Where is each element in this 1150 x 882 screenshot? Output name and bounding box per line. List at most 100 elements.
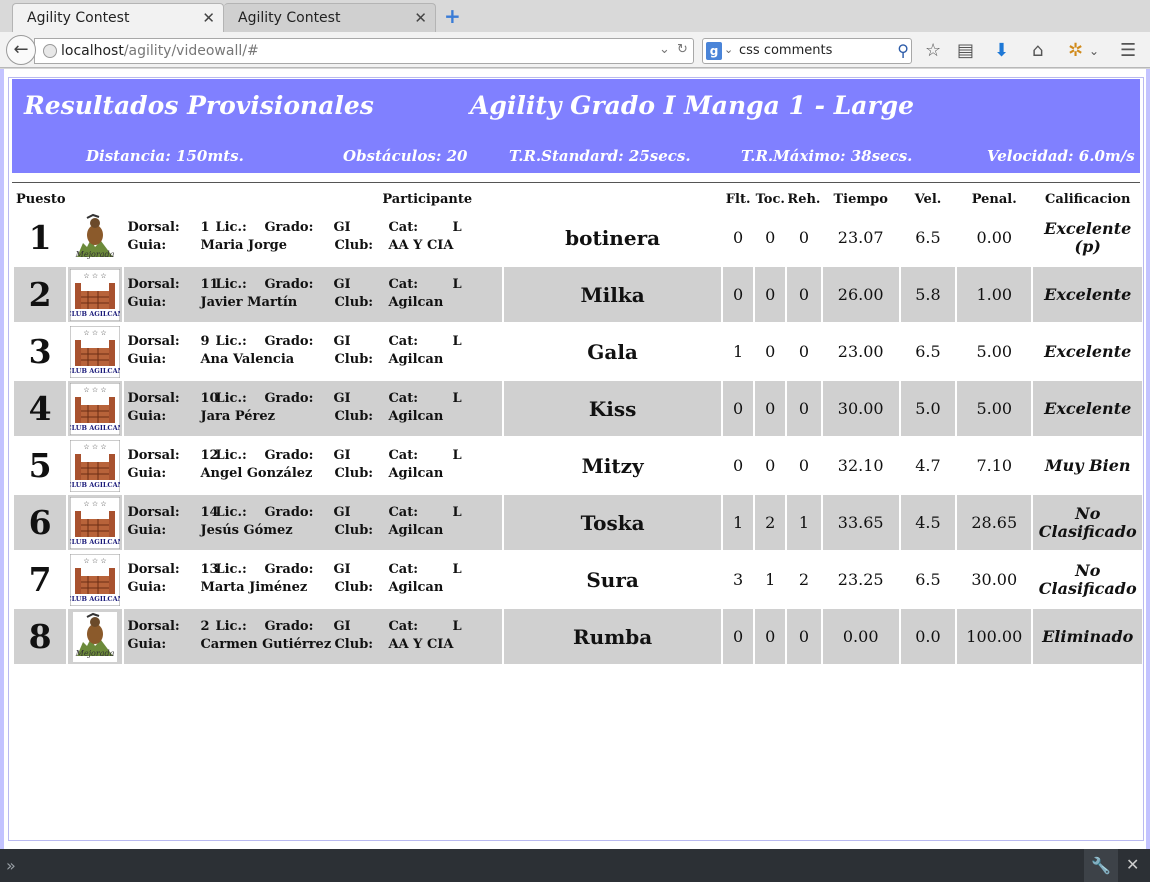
console-chevron-icon[interactable]: » <box>6 856 16 875</box>
dorsal-label: Dorsal: <box>127 219 180 235</box>
page-viewport: Resultados Provisionales Agility Grado I… <box>0 69 1150 849</box>
club-logo: ☆ ☆ ☆ CLUB AGILCAN <box>68 552 123 607</box>
club-value: Agilcan <box>388 522 444 538</box>
extension-dropdown-icon[interactable]: ⌄ <box>1089 44 1099 58</box>
lic-label: Lic.: <box>215 504 247 520</box>
reload-icon[interactable]: ↻ <box>677 42 688 57</box>
tab-agility-contest-active[interactable]: Agility Contest ✕ <box>12 3 224 32</box>
guia-value: Angel González <box>200 465 313 481</box>
svg-text:CLUB AGILCAN: CLUB AGILCAN <box>70 538 120 546</box>
grado-value: GI <box>333 447 351 463</box>
dorsal-label: Dorsal: <box>127 618 180 634</box>
tocados-value: 2 <box>755 495 786 550</box>
grado-label: Grado: <box>264 390 314 406</box>
club-logo: Mejorada <box>68 210 123 265</box>
close-tab-icon[interactable]: ✕ <box>202 9 215 27</box>
faltas-value: 3 <box>723 552 754 607</box>
tab-agility-contest[interactable]: Agility Contest ✕ <box>224 3 436 32</box>
position-number: 1 <box>14 210 67 265</box>
search-bar[interactable]: g ⌄ ⚲ <box>702 38 912 64</box>
banner-title-left: Resultados Provisionales <box>24 91 374 120</box>
club-logo: ☆ ☆ ☆ CLUB AGILCAN <box>68 324 123 379</box>
url-bar[interactable]: localhost/agility/videowall/# ⌄ ↻ <box>34 38 694 64</box>
guia-label: Guia: <box>127 408 167 424</box>
club-label: Club: <box>334 522 374 538</box>
magnifier-icon[interactable]: ⚲ <box>897 41 909 60</box>
velocidad-value: 6.5 <box>900 552 956 607</box>
close-toolbar-icon[interactable]: ✕ <box>1126 855 1139 874</box>
tiempo-value: 33.65 <box>822 495 899 550</box>
participant-info: Dorsal: 2 Lic.: Grado: GI Cat: L Guia: Carmen Gu… <box>124 609 503 664</box>
faltas-value: 0 <box>723 438 754 493</box>
tiempo-value: 23.07 <box>822 210 899 265</box>
cat-label: Cat: <box>388 276 419 292</box>
url-text[interactable]: localhost/agility/videowall/# <box>61 43 259 59</box>
svg-text:CLUB AGILCAN: CLUB AGILCAN <box>70 367 120 375</box>
menu-hamburger-icon[interactable]: ☰ <box>1120 40 1136 61</box>
club-agilcan-logo-icon: ☆ ☆ ☆ CLUB AGILCAN <box>70 325 121 378</box>
penalizacion-value: 0.00 <box>957 210 1032 265</box>
download-arrow-icon[interactable]: ⬇ <box>994 40 1009 61</box>
back-arrow-icon[interactable]: ← <box>6 35 36 65</box>
tab-bar: Agility Contest ✕ Agility Contest ✕ + <box>0 0 1150 32</box>
cat-label: Cat: <box>388 504 419 520</box>
cat-value: L <box>452 561 462 577</box>
dog-name: Gala <box>504 324 722 379</box>
google-icon[interactable]: g <box>706 42 722 60</box>
dorsal-label: Dorsal: <box>127 276 180 292</box>
reading-list-icon[interactable]: ▤ <box>957 40 974 61</box>
lic-label: Lic.: <box>215 618 247 634</box>
cat-value: L <box>452 276 462 292</box>
videowall-panel: Resultados Provisionales Agility Grado I… <box>8 77 1144 841</box>
grado-label: Grado: <box>264 276 314 292</box>
search-engine-dropdown-icon[interactable]: ⌄ <box>724 43 733 56</box>
tocados-value: 0 <box>755 267 786 322</box>
club-value: AA Y CIA <box>388 237 454 253</box>
tiempo-value: 32.10 <box>822 438 899 493</box>
guia-label: Guia: <box>127 294 167 310</box>
guia-label: Guia: <box>127 237 167 253</box>
penalizacion-value: 5.00 <box>957 324 1032 379</box>
results-header-row: Puesto Participante Flt. Toc. Reh. Tiemp… <box>14 190 1142 208</box>
guia-value: Ana Valencia <box>200 351 295 367</box>
url-dropdown-chevron-icon[interactable]: ⌄ <box>659 42 670 57</box>
home-icon[interactable]: ⌂ <box>1032 40 1043 61</box>
table-row: 4☆ ☆ ☆CLUB AGILCANDorsal:10Lic.:Grado:GI… <box>14 381 1142 436</box>
penalizacion-value: 1.00 <box>957 267 1032 322</box>
cat-label: Cat: <box>388 219 419 235</box>
close-tab-icon[interactable]: ✕ <box>414 9 427 27</box>
svg-text:☆ ☆ ☆: ☆ ☆ ☆ <box>84 386 107 394</box>
grado-label: Grado: <box>264 504 314 520</box>
new-tab-plus-icon[interactable]: + <box>444 4 461 28</box>
cat-value: L <box>452 333 462 349</box>
tiempo-value: 0.00 <box>822 609 899 664</box>
lic-label: Lic.: <box>215 447 247 463</box>
standard-time-info: T.R.Standard: 25secs. <box>509 147 691 165</box>
club-agilcan-logo-icon: ☆ ☆ ☆ CLUB AGILCAN <box>70 382 121 435</box>
position-number: 4 <box>14 381 67 436</box>
calificacion-value: Excelente <box>1033 267 1142 322</box>
club-label: Club: <box>334 408 374 424</box>
grado-value: GI <box>333 504 351 520</box>
club-logo: ☆ ☆ ☆ CLUB AGILCAN <box>68 438 123 493</box>
faltas-value: 0 <box>723 267 754 322</box>
header-divider <box>12 182 1140 183</box>
rehuses-value: 2 <box>787 552 821 607</box>
dorsal-label: Dorsal: <box>127 333 180 349</box>
calificacion-value: Eliminado <box>1033 609 1142 664</box>
tiempo-value: 30.00 <box>822 381 899 436</box>
results-banner: Resultados Provisionales Agility Grado I… <box>12 79 1140 173</box>
velocidad-value: 6.5 <box>900 324 956 379</box>
guia-label: Guia: <box>127 351 167 367</box>
grado-label: Grado: <box>264 618 314 634</box>
club-logo: ☆ ☆ ☆ CLUB AGILCAN <box>68 381 123 436</box>
lic-label: Lic.: <box>215 276 247 292</box>
extension-icon[interactable]: ✲ <box>1068 40 1083 61</box>
dog-name: botinera <box>504 210 722 265</box>
guia-label: Guia: <box>127 636 167 652</box>
bookmark-star-icon[interactable]: ☆ <box>925 40 941 61</box>
wrench-icon[interactable]: 🔧 <box>1084 849 1118 882</box>
navigation-toolbar: localhost/agility/videowall/# ⌄ ↻ ← g ⌄ … <box>0 32 1150 68</box>
search-input[interactable] <box>739 43 889 58</box>
position-number: 2 <box>14 267 67 322</box>
